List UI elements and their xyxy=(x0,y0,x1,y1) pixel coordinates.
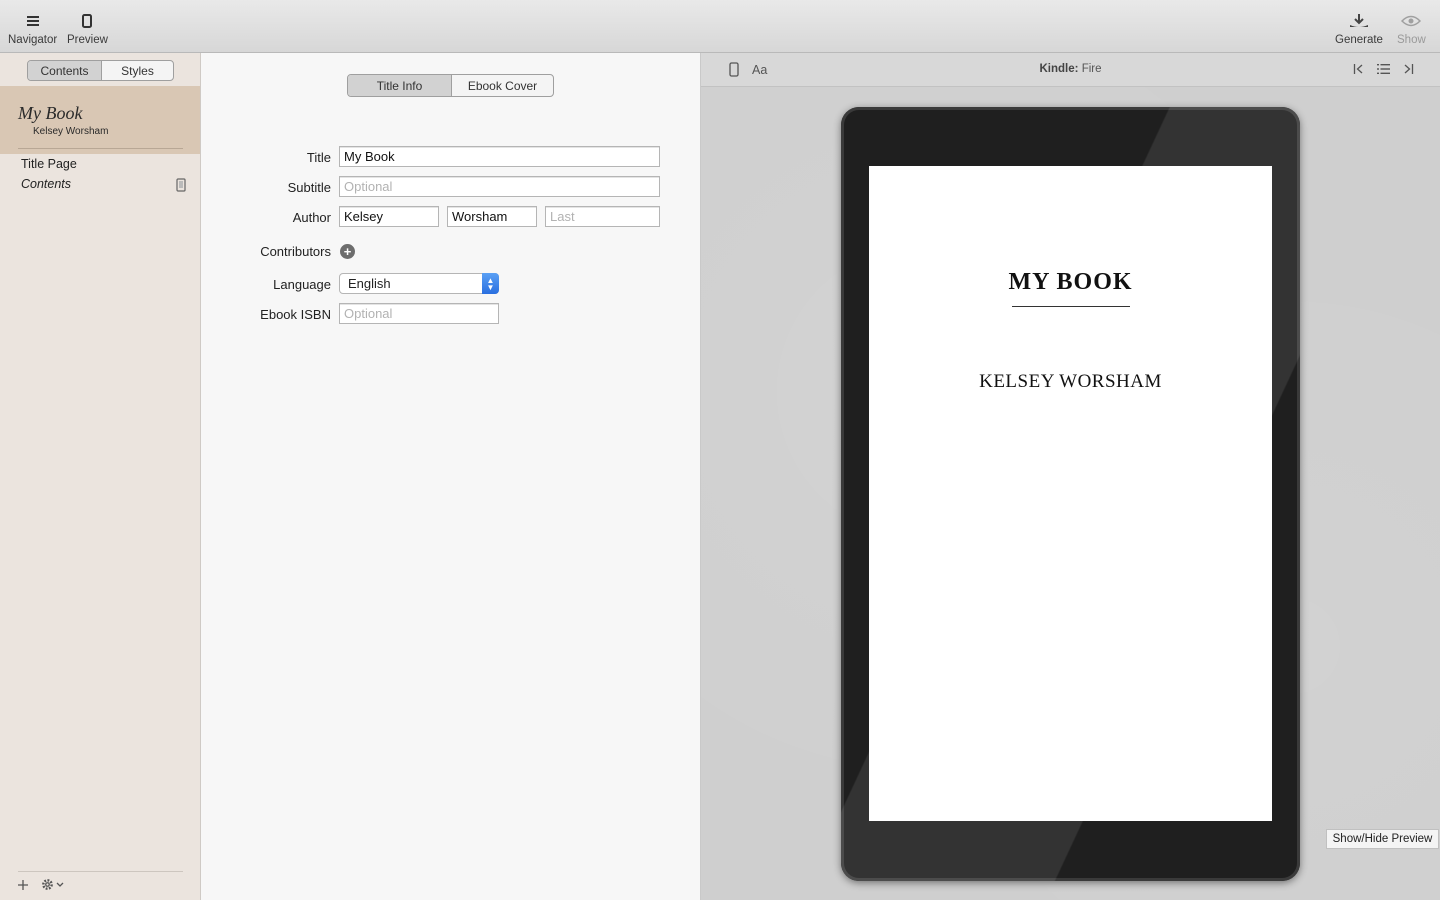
contributors-label: Contributors xyxy=(260,244,331,259)
isbn-label: Ebook ISBN xyxy=(260,307,331,322)
device-icon xyxy=(82,10,93,32)
kindle-fire-device: MY BOOK KELSEY WORSHAM xyxy=(841,107,1300,881)
add-button[interactable] xyxy=(17,879,29,894)
title-rule xyxy=(1012,306,1130,307)
plus-icon: + xyxy=(343,244,352,259)
show-hide-preview-tooltip: Show/Hide Preview xyxy=(1326,829,1439,849)
toolbar: Navigator Preview Generate Show xyxy=(0,0,1440,53)
screen-book-author: KELSEY WORSHAM xyxy=(979,371,1162,392)
download-icon xyxy=(1348,10,1370,32)
device-brand: Kindle: xyxy=(1039,63,1079,75)
author-middle-field[interactable]: Worsham xyxy=(447,206,537,227)
list-icon xyxy=(1377,64,1390,74)
device-name[interactable]: Kindle: Fire xyxy=(701,63,1440,75)
divider xyxy=(18,871,183,872)
title-label: Title xyxy=(306,150,331,165)
tab-ebook-cover[interactable]: Ebook Cover xyxy=(451,75,553,96)
book-author: Kelsey Worsham xyxy=(33,126,109,137)
last-page-button[interactable] xyxy=(1402,63,1414,78)
book-title: My Book xyxy=(18,103,83,123)
title-field[interactable]: My Book xyxy=(339,146,660,167)
first-page-button[interactable] xyxy=(1353,63,1365,78)
screen-book-title: MY BOOK xyxy=(1008,269,1133,295)
title-info-editor: Title Info Ebook Cover Title My Book Sub… xyxy=(201,53,701,900)
gear-icon xyxy=(42,879,53,890)
preview-button[interactable]: Preview xyxy=(67,10,108,46)
toc-button[interactable] xyxy=(1377,63,1390,78)
tab-title-info[interactable]: Title Info xyxy=(348,75,451,96)
skip-forward-icon xyxy=(1404,64,1414,74)
preview-toolbar: Aa Kindle: Fire xyxy=(701,53,1440,87)
stepper-arrows-icon: ▲ ▼ xyxy=(482,273,499,294)
show-button[interactable]: Show xyxy=(1397,10,1426,46)
chevron-down-icon xyxy=(56,882,64,887)
show-label: Show xyxy=(1397,34,1426,46)
add-contributor-button[interactable]: + xyxy=(340,244,355,259)
preview-pane: Aa Kindle: Fire MY BOOK KELSEY WORSHAM xyxy=(701,53,1440,900)
tab-contents[interactable]: Contents xyxy=(28,61,101,80)
list-icon xyxy=(26,10,39,32)
sidebar-tabs: Contents Styles xyxy=(27,60,174,81)
device-icon xyxy=(176,178,186,195)
navigator-label: Navigator xyxy=(8,34,58,46)
subtitle-label: Subtitle xyxy=(287,180,331,195)
skip-back-icon xyxy=(1353,64,1363,74)
book-card[interactable]: My Book Kelsey Worsham xyxy=(0,86,200,154)
isbn-field[interactable]: Optional xyxy=(339,303,499,324)
device-model: Fire xyxy=(1081,63,1102,75)
eye-icon xyxy=(1401,10,1422,32)
author-last-field[interactable]: Last xyxy=(545,206,660,227)
generate-button[interactable]: Generate xyxy=(1335,10,1383,46)
author-first-field[interactable]: Kelsey xyxy=(339,206,439,227)
settings-menu-button[interactable] xyxy=(41,878,64,891)
divider xyxy=(18,148,183,149)
sidebar-item-title-page[interactable]: Title Page xyxy=(21,157,77,171)
generate-label: Generate xyxy=(1335,34,1383,46)
navigator-sidebar: Contents Styles My Book Kelsey Worsham T… xyxy=(0,53,201,900)
preview-label: Preview xyxy=(67,34,108,46)
subtitle-field[interactable]: Optional xyxy=(339,176,660,197)
plus-icon xyxy=(18,880,28,890)
language-select[interactable]: English ▲ ▼ xyxy=(339,273,499,294)
author-label: Author xyxy=(292,210,331,225)
sidebar-item-contents[interactable]: Contents xyxy=(21,177,71,191)
language-value: English xyxy=(348,276,391,291)
editor-tabs: Title Info Ebook Cover xyxy=(347,74,554,97)
tab-styles[interactable]: Styles xyxy=(101,61,173,80)
language-label: Language xyxy=(273,277,331,292)
device-screen: MY BOOK KELSEY WORSHAM xyxy=(869,166,1272,821)
navigator-button[interactable]: Navigator xyxy=(8,10,57,46)
